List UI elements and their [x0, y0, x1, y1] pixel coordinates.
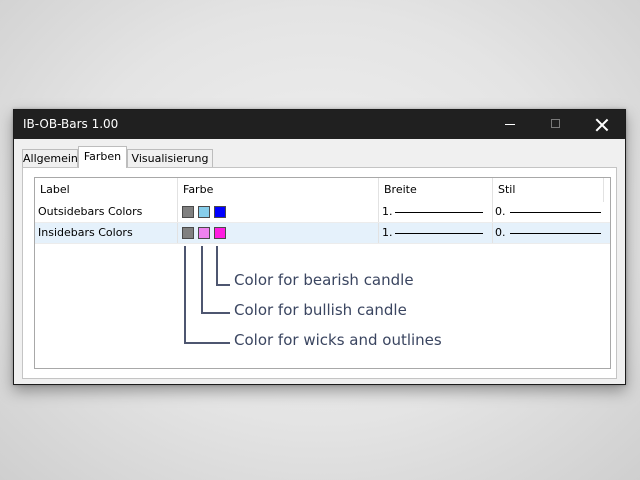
color-swatch-bullish[interactable]: [198, 227, 210, 239]
tab-farben[interactable]: Farben: [78, 146, 127, 168]
callout-line-wicks: [184, 246, 186, 344]
header-style[interactable]: Stil: [493, 178, 603, 202]
callout-wicks: Color for wicks and outlines: [234, 331, 442, 349]
callout-line-bearish: [216, 284, 230, 286]
callout-line-bullish: [201, 246, 203, 314]
line-style-value[interactable]: 0.: [495, 223, 506, 243]
line-width-preview: [395, 233, 483, 234]
column-divider: [378, 223, 379, 243]
column-divider: [492, 202, 493, 222]
header-divider[interactable]: [603, 178, 604, 202]
color-swatch-bearish[interactable]: [214, 206, 226, 218]
color-swatch-wicks[interactable]: [182, 227, 194, 239]
maximize-icon: [551, 119, 560, 128]
minimize-button[interactable]: [487, 110, 533, 139]
close-button[interactable]: [579, 110, 625, 139]
table-row-selected[interactable]: Insidebars Colors 1. 0.: [35, 223, 610, 243]
line-width-preview: [395, 212, 483, 213]
row-divider: [35, 243, 610, 244]
column-divider: [378, 202, 379, 222]
callout-line-wicks: [184, 342, 230, 344]
callout-line-bullish: [201, 312, 230, 314]
header-label[interactable]: Label: [35, 178, 177, 202]
window-title: IB-OB-Bars 1.00: [23, 117, 119, 131]
line-style-preview: [510, 233, 601, 234]
close-icon: [595, 118, 609, 132]
row-label: Outsidebars Colors: [38, 205, 143, 218]
title-bar[interactable]: IB-OB-Bars 1.00: [14, 110, 625, 139]
table-header: Label Farbe Breite Stil: [35, 178, 610, 202]
header-width[interactable]: Breite: [379, 178, 492, 202]
minimize-icon: [505, 124, 515, 125]
column-divider: [492, 223, 493, 243]
maximize-button[interactable]: [533, 110, 579, 139]
column-divider: [177, 223, 178, 243]
tab-visualisierung[interactable]: Visualisierung: [127, 149, 213, 167]
color-swatch-wicks[interactable]: [182, 206, 194, 218]
header-color[interactable]: Farbe: [178, 178, 378, 202]
line-style-value[interactable]: 0.: [495, 202, 506, 222]
line-width-value[interactable]: 1.: [382, 202, 393, 222]
table-row[interactable]: Outsidebars Colors 1. 0.: [35, 202, 610, 222]
color-swatch-bearish[interactable]: [214, 227, 226, 239]
row-label: Insidebars Colors: [38, 226, 133, 239]
tab-allgemein[interactable]: Allgemein: [22, 149, 78, 167]
line-width-value[interactable]: 1.: [382, 223, 393, 243]
color-swatch-bullish[interactable]: [198, 206, 210, 218]
callout-bearish: Color for bearish candle: [234, 271, 414, 289]
callout-line-bearish: [216, 246, 218, 286]
column-divider: [177, 202, 178, 222]
line-style-preview: [510, 212, 601, 213]
callout-bullish: Color for bullish candle: [234, 301, 407, 319]
